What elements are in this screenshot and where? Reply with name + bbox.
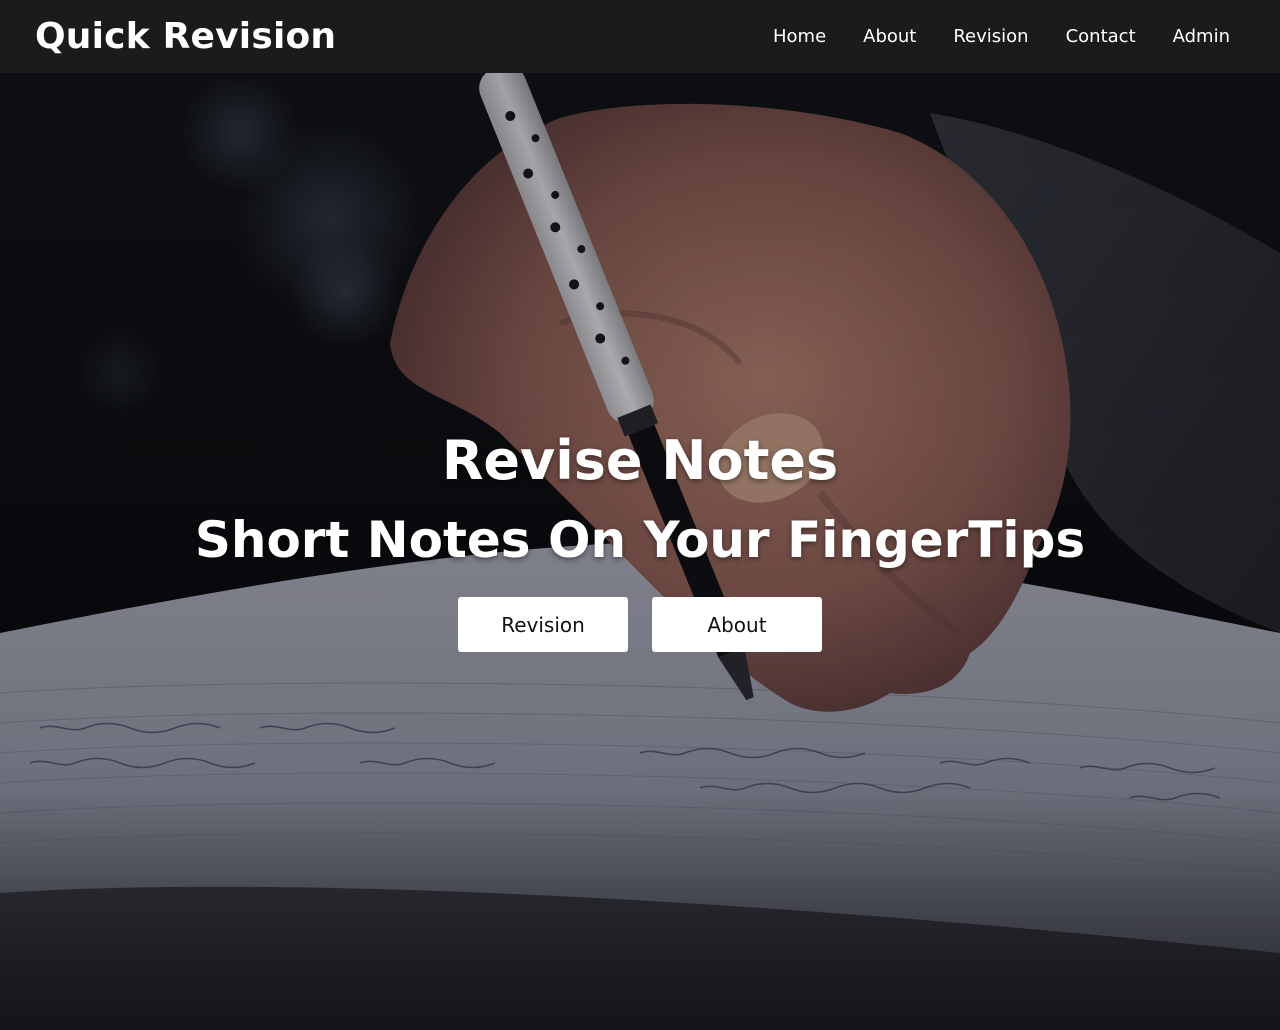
nav-links: Home About Revision Contact Admin bbox=[736, 26, 1230, 47]
hero-subtitle: Short Notes On Your FingerTips bbox=[194, 511, 1086, 569]
hero-buttons: Revision About bbox=[0, 597, 1280, 652]
revision-button[interactable]: Revision bbox=[458, 597, 628, 652]
hero-content: Revise Notes Short Notes On Your FingerT… bbox=[0, 428, 1280, 652]
hero-title: Revise Notes bbox=[441, 429, 839, 492]
nav-link-about[interactable]: About bbox=[863, 26, 916, 47]
hero-section: Revise Notes Short Notes On Your FingerT… bbox=[0, 73, 1280, 1030]
brand-logo[interactable]: Quick Revision bbox=[35, 16, 336, 57]
nav-link-revision[interactable]: Revision bbox=[953, 26, 1028, 47]
nav-link-home[interactable]: Home bbox=[773, 26, 826, 47]
navbar: Quick Revision Home About Revision Conta… bbox=[0, 0, 1280, 73]
nav-link-contact[interactable]: Contact bbox=[1066, 26, 1136, 47]
nav-link-admin[interactable]: Admin bbox=[1173, 26, 1230, 47]
about-button[interactable]: About bbox=[652, 597, 822, 652]
